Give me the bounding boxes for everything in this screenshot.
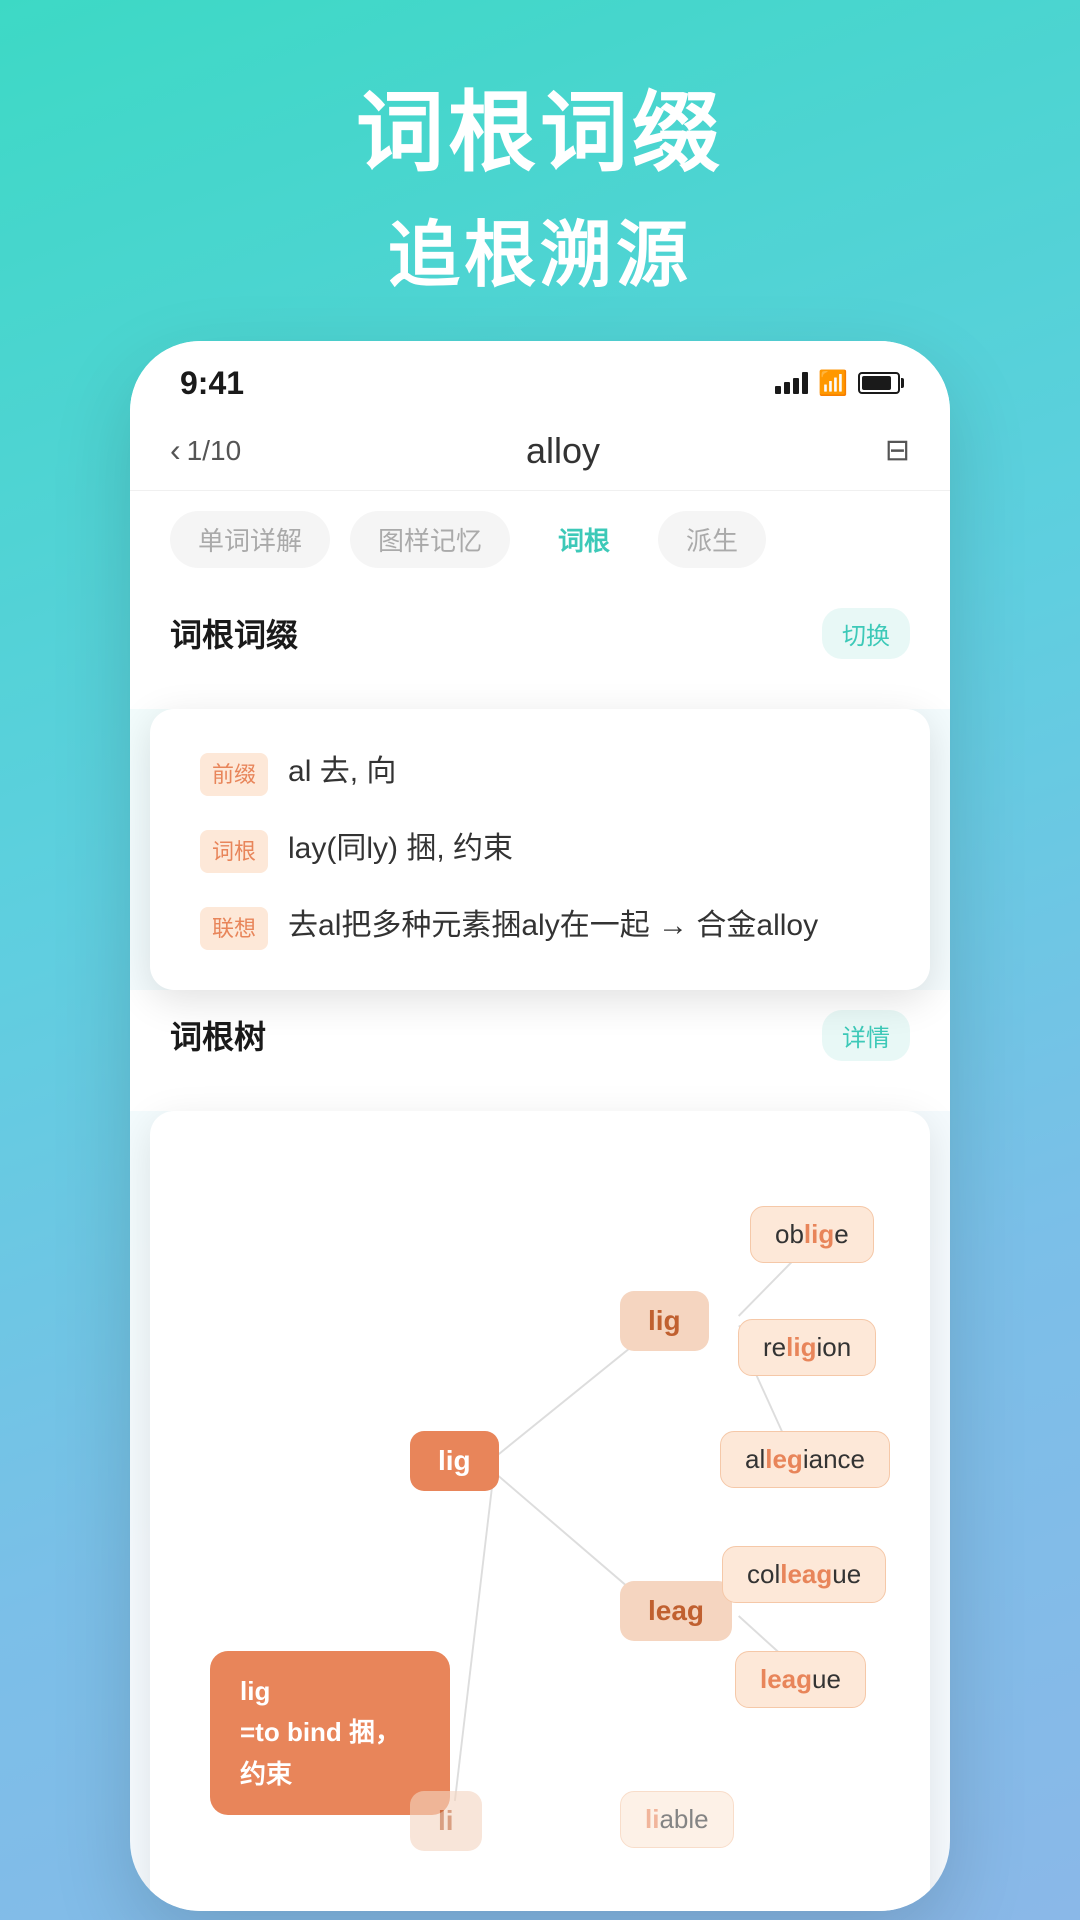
settings-icon[interactable]: ⊟ — [885, 433, 910, 468]
hero-title: 词根词缀 — [0, 80, 1080, 186]
tree-section-title: 词根树 — [170, 1012, 266, 1058]
tab-image-memory[interactable]: 图样记忆 — [350, 511, 510, 568]
tree-node-league[interactable]: league — [735, 1651, 866, 1708]
status-bar: 9:41 📶 — [130, 341, 950, 412]
tree-node-allegiance[interactable]: allegiance — [720, 1431, 890, 1488]
morpheme-row-root: 词根 lay(同ly) 捆, 约束 — [200, 826, 880, 873]
nav-title: alloy — [526, 430, 600, 472]
prefix-text: al 去, 向 — [288, 749, 396, 794]
tree-node-lig-branch[interactable]: lig — [620, 1291, 709, 1351]
root-text: lay(同ly) 捆, 约束 — [288, 826, 513, 871]
tree-node-lig-root: lig — [410, 1431, 499, 1491]
status-time: 9:41 — [180, 365, 244, 402]
root-tag: 词根 — [200, 830, 268, 873]
tab-root[interactable]: 词根 — [530, 511, 638, 568]
assoc-text: 去al把多种元素捆aly在一起 → 合金alloy — [288, 903, 818, 948]
nav-page-count: 1/10 — [187, 435, 242, 467]
wifi-icon: 📶 — [818, 369, 848, 398]
nav-bar: ‹ 1/10 alloy ⊟ — [130, 412, 950, 491]
root-section-title: 词根词缀 — [170, 610, 298, 656]
root-def-box: lig=to bind 捆，约束 — [210, 1651, 450, 1816]
signal-icon — [775, 372, 808, 394]
tree-section-detail[interactable]: 详情 — [822, 1010, 910, 1061]
tree-node-liable-partial: liable — [620, 1791, 734, 1848]
nav-back[interactable]: ‹ 1/10 — [170, 432, 241, 469]
root-section-header: 词根词缀 切换 — [170, 608, 910, 659]
hero-section: 词根词缀 追根溯源 — [0, 0, 1080, 341]
tree-node-religion[interactable]: religion — [738, 1319, 876, 1376]
root-section-switch[interactable]: 切换 — [822, 608, 910, 659]
tab-derivative[interactable]: 派生 — [658, 511, 766, 568]
morpheme-card: 前缀 al 去, 向 词根 lay(同ly) 捆, 约束 联想 去al把多种元素… — [150, 709, 930, 990]
prefix-tag: 前缀 — [200, 753, 268, 796]
tree-node-li-partial: li — [410, 1791, 482, 1851]
tree-section: 词根树 详情 — [130, 990, 950, 1111]
tree-node-leag[interactable]: leag — [620, 1581, 732, 1641]
tab-bar: 单词详解 图样记忆 词根 派生 — [130, 491, 950, 588]
tab-word-detail[interactable]: 单词详解 — [170, 511, 330, 568]
tree-section-header: 词根树 详情 — [170, 1010, 910, 1061]
back-arrow-icon[interactable]: ‹ — [170, 432, 181, 469]
tree-node-oblige[interactable]: oblige — [750, 1206, 874, 1263]
morpheme-row-association: 联想 去al把多种元素捆aly在一起 → 合金alloy — [200, 903, 880, 950]
hero-subtitle: 追根溯源 — [0, 196, 1080, 301]
phone-mockup: 9:41 📶 ‹ 1/10 alloy ⊟ — [130, 341, 950, 1911]
phone-body: 9:41 📶 ‹ 1/10 alloy ⊟ — [130, 341, 950, 1911]
assoc-tag: 联想 — [200, 907, 268, 950]
tree-card: lig lig leag oblige religion — [150, 1111, 930, 1911]
root-content-area: 词根词缀 切换 — [130, 588, 950, 709]
status-icons: 📶 — [775, 369, 900, 398]
tree-node-colleague[interactable]: colleague — [722, 1546, 886, 1603]
battery-icon — [858, 372, 900, 394]
tree-visual: lig lig leag oblige religion — [190, 1161, 890, 1861]
morpheme-row-prefix: 前缀 al 去, 向 — [200, 749, 880, 796]
